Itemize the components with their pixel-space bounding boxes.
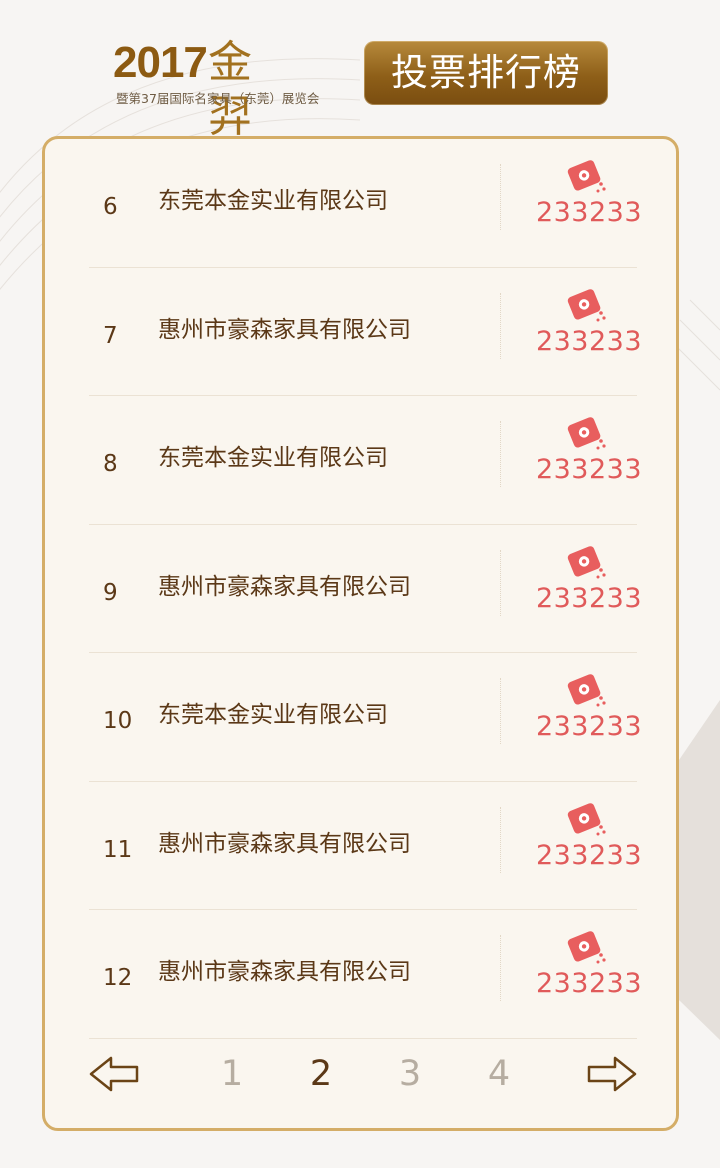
vote-count: 233233 (535, 582, 643, 614)
ranking-row: 6 东莞本金实业有限公司 233233 (89, 139, 642, 268)
ranking-row: 10 东莞本金实业有限公司 233233 (89, 653, 642, 782)
page-header: 2017 金羿奖 暨第37届国际名家具（东莞）展览会 投票排行榜 (110, 36, 610, 196)
ranking-row: 8 东莞本金实业有限公司 233233 (89, 396, 642, 525)
vote-button[interactable]: 233233 (529, 928, 649, 1018)
vote-ticket-icon (567, 288, 606, 321)
vote-button[interactable]: 233233 (529, 543, 649, 633)
rank-number: 12 (103, 965, 133, 991)
vote-ticket-icon (567, 160, 606, 193)
vote-button[interactable]: 233233 (529, 800, 649, 890)
ranking-row: 12 惠州市豪森家具有限公司 233233 (89, 910, 642, 1039)
ranking-row: 11 惠州市豪森家具有限公司 233233 (89, 782, 642, 910)
rank-number: 6 (103, 194, 118, 220)
vote-ticket-icon (567, 545, 606, 578)
ranking-row: 9 惠州市豪森家具有限公司 233233 (89, 525, 642, 653)
vote-count: 233233 (535, 711, 643, 742)
row-divider (500, 935, 501, 1001)
ranking-list: 6 东莞本金实业有限公司 233233 7 惠州市豪森家具有限公司 233233 8 东莞本金… (89, 139, 642, 1039)
company-name: 惠州市豪森家具有限公司 (158, 830, 411, 857)
pagination: 1 2 3 4 (45, 1044, 676, 1124)
vote-count: 233233 (535, 197, 643, 228)
ranking-card: 6 东莞本金实业有限公司 233233 7 惠州市豪森家具有限公司 233233 8 东莞本金… (42, 136, 679, 1131)
row-divider (500, 806, 501, 873)
vote-ticket-icon (567, 674, 606, 707)
rank-number: 10 (103, 708, 133, 734)
row-divider (500, 678, 501, 744)
row-divider (500, 292, 501, 359)
vote-button[interactable]: 233233 (529, 671, 649, 761)
vote-ticket-icon (567, 931, 606, 964)
vote-button[interactable]: 233233 (529, 157, 649, 247)
page-2-link-current[interactable]: 2 (301, 1049, 341, 1099)
vote-count: 233233 (535, 968, 643, 999)
rank-number: 9 (103, 579, 118, 606)
company-name: 东莞本金实业有限公司 (158, 188, 388, 214)
company-name: 东莞本金实业有限公司 (158, 445, 388, 471)
vote-ticket-icon (567, 802, 606, 835)
page-3-link[interactable]: 3 (390, 1049, 430, 1099)
page-4-link[interactable]: 4 (479, 1049, 519, 1099)
title-year: 2017 (113, 38, 208, 87)
rank-number: 11 (103, 836, 133, 863)
company-name: 惠州市豪森家具有限公司 (158, 573, 411, 600)
page-1-link[interactable]: 1 (212, 1049, 252, 1099)
arrow-left-icon[interactable] (87, 1044, 143, 1104)
vote-button[interactable]: 233233 (529, 286, 649, 376)
row-divider (500, 421, 501, 487)
company-name: 东莞本金实业有限公司 (158, 702, 388, 728)
company-name: 惠州市豪森家具有限公司 (158, 959, 411, 985)
row-divider (500, 549, 501, 616)
vote-count: 233233 (535, 454, 643, 485)
rank-number: 7 (103, 322, 118, 349)
company-name: 惠州市豪森家具有限公司 (158, 316, 411, 343)
vote-ticket-icon (567, 417, 606, 450)
row-divider (500, 164, 501, 230)
vote-count: 233233 (535, 325, 643, 357)
vote-count: 233233 (535, 839, 643, 871)
arrow-right-icon[interactable] (583, 1044, 639, 1104)
vote-button[interactable]: 233233 (529, 414, 649, 504)
ranking-row: 7 惠州市豪森家具有限公司 233233 (89, 268, 642, 396)
ranking-badge: 投票排行榜 (364, 41, 608, 105)
rank-number: 8 (103, 451, 118, 477)
title-subtitle: 暨第37届国际名家具（东莞）展览会 (116, 91, 320, 106)
